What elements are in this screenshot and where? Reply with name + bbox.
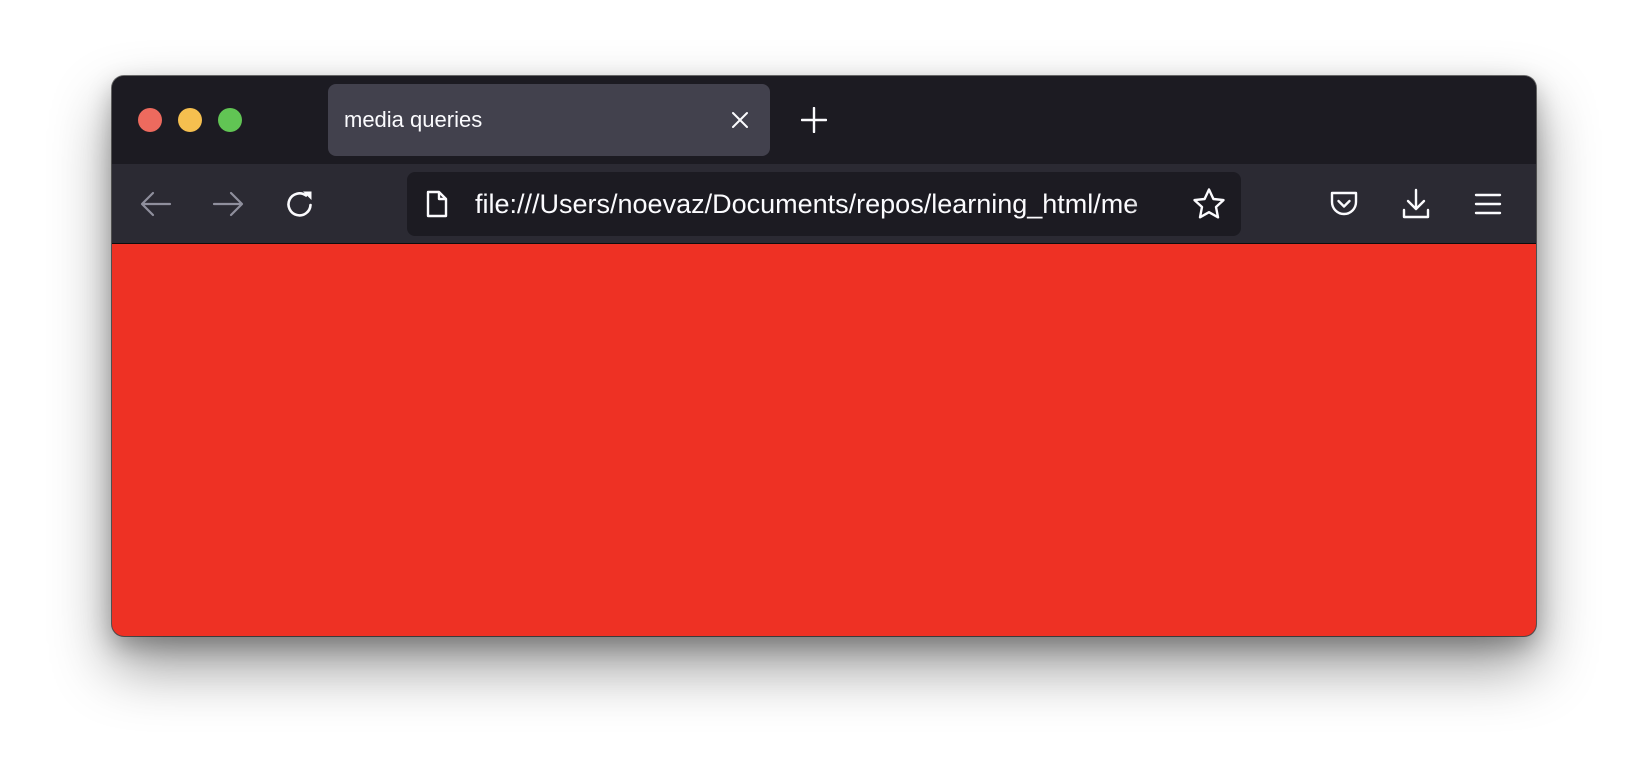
arrow-right-icon	[212, 191, 244, 217]
app-menu-button[interactable]	[1464, 180, 1512, 228]
star-icon[interactable]	[1191, 186, 1227, 222]
title-bar: media queries	[112, 76, 1536, 164]
url-text[interactable]: file:///Users/noevaz/Documents/repos/lea…	[475, 172, 1185, 236]
arrow-left-icon	[140, 191, 172, 217]
back-button[interactable]	[132, 180, 180, 228]
reload-icon	[287, 191, 312, 217]
downloads-button[interactable]	[1392, 180, 1440, 228]
maximize-window-button[interactable]	[218, 108, 242, 132]
hamburger-menu-icon	[1474, 193, 1502, 215]
download-icon	[1402, 188, 1430, 219]
close-tab-icon[interactable]	[728, 108, 752, 132]
forward-button[interactable]	[204, 180, 252, 228]
document-icon	[423, 190, 451, 218]
tab-media-queries[interactable]: media queries	[328, 84, 770, 156]
pocket-icon	[1330, 191, 1358, 216]
minimize-window-button[interactable]	[178, 108, 202, 132]
pocket-button[interactable]	[1320, 180, 1368, 228]
reload-button[interactable]	[276, 180, 324, 228]
browser-window: media queries file:///Users/noevaz/Docum…	[112, 76, 1536, 636]
plus-icon	[801, 107, 827, 133]
close-window-button[interactable]	[138, 108, 162, 132]
new-tab-button[interactable]	[798, 104, 830, 136]
page-content	[112, 244, 1536, 636]
url-bar[interactable]: file:///Users/noevaz/Documents/repos/lea…	[407, 172, 1241, 236]
navigation-toolbar: file:///Users/noevaz/Documents/repos/lea…	[112, 164, 1536, 244]
tab-title: media queries	[344, 107, 483, 132]
